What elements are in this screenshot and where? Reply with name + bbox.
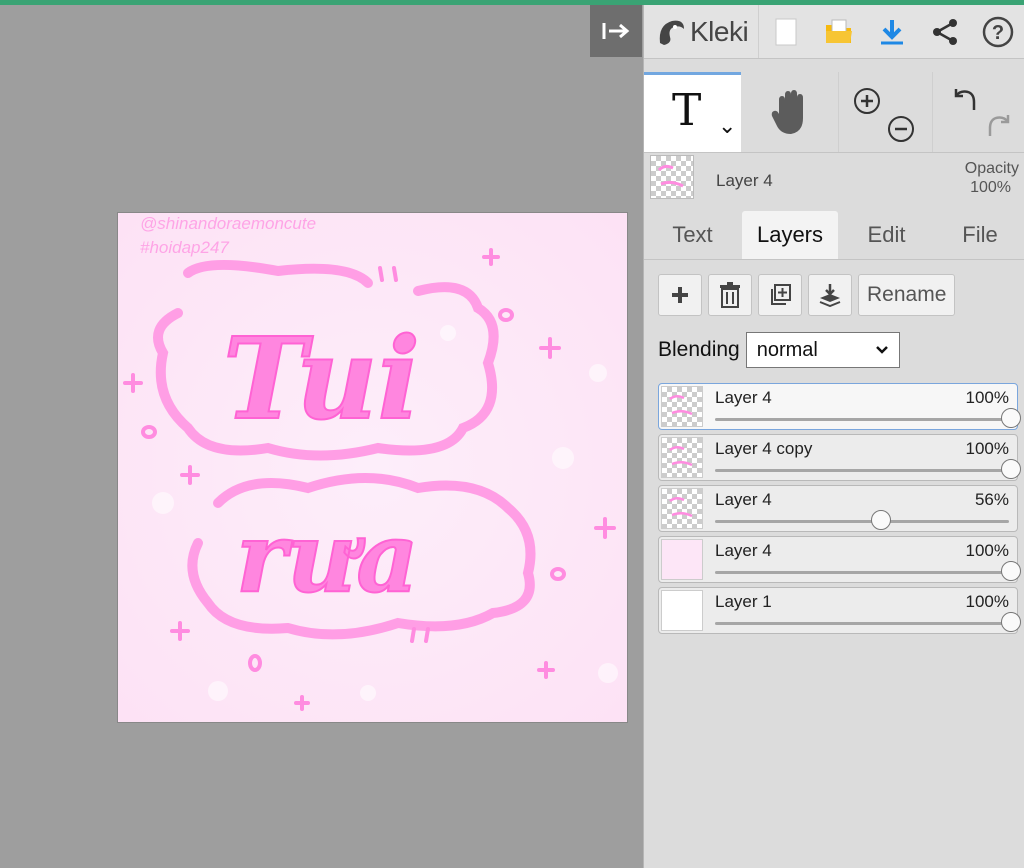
drawing-canvas[interactable]: @shinandoraemoncute #hoidap247 Tui rưa xyxy=(118,213,627,722)
blending-row: Blending normal xyxy=(658,332,900,368)
layer-opacity: 100% xyxy=(965,388,1009,407)
layer-opacity: 100% xyxy=(965,592,1009,611)
layer-thumbnail xyxy=(661,488,703,529)
slider-handle[interactable] xyxy=(1001,561,1021,581)
layer-opacity-slider[interactable] xyxy=(715,510,1009,530)
share-icon xyxy=(932,18,957,45)
layer-name: Layer 4 copy xyxy=(715,439,813,458)
blending-select[interactable]: normal xyxy=(745,332,900,368)
slider-handle[interactable] xyxy=(870,510,891,530)
layer-opacity-slider[interactable] xyxy=(715,612,1021,632)
app-name: Kleki xyxy=(690,15,749,47)
history-controls xyxy=(932,72,1024,152)
share-button[interactable] xyxy=(918,5,971,58)
layer-opacity: 56% xyxy=(974,490,1009,509)
slider-handle[interactable] xyxy=(1001,408,1021,428)
trash-icon xyxy=(720,282,740,308)
layer-list: Layer 4 100% Layer 4 copy 100% Layer 4 56% Lay… xyxy=(658,383,1021,638)
duplicate-icon xyxy=(771,284,791,305)
svg-text:?: ? xyxy=(992,22,1004,44)
add-layer-button[interactable] xyxy=(658,274,702,316)
panel-tabs: Text Layers Edit File xyxy=(644,209,1024,260)
tab-file[interactable]: File xyxy=(935,211,1024,259)
opacity-value: 100% xyxy=(970,179,1011,196)
text-tool-icon: T xyxy=(672,85,702,136)
tool-row: T ⌄ xyxy=(644,72,1024,153)
kleki-logo[interactable]: Kleki xyxy=(644,5,760,58)
layer-row[interactable]: Layer 1 100% xyxy=(658,587,1021,634)
layer-opacity: 100% xyxy=(965,541,1009,560)
download-icon xyxy=(880,19,903,44)
merge-down-icon xyxy=(819,284,841,307)
download-button[interactable] xyxy=(865,5,918,58)
layer-name: Layer 4 xyxy=(715,388,772,407)
zoom-controls xyxy=(838,72,933,152)
tab-text[interactable]: Text xyxy=(644,211,741,259)
layer-opacity-slider[interactable] xyxy=(715,459,1021,479)
collapse-right-icon xyxy=(602,23,630,39)
hand-tool-button[interactable] xyxy=(741,72,839,152)
tab-layers[interactable]: Layers xyxy=(742,211,838,259)
layer-thumbnail xyxy=(661,386,703,427)
help-button[interactable]: ? xyxy=(971,5,1024,58)
collapse-sidebar-button[interactable] xyxy=(590,5,642,57)
help-icon: ? xyxy=(982,16,1013,47)
canvas-word-top: Tui xyxy=(223,314,420,445)
watermark-hashtag: #hoidap247 xyxy=(140,238,229,257)
open-file-button[interactable] xyxy=(812,5,865,58)
zoom-out-icon[interactable] xyxy=(886,114,916,144)
canvas-word-bottom: rưa xyxy=(236,501,419,614)
layer-name: Layer 1 xyxy=(715,592,772,611)
text-tool-button[interactable]: T ⌄ xyxy=(644,72,741,152)
rename-layer-button[interactable]: Rename xyxy=(858,274,956,316)
layer-thumbnail xyxy=(661,539,703,580)
kleki-logo-icon xyxy=(659,20,684,45)
merge-down-button[interactable] xyxy=(808,274,852,316)
current-layer-summary: Layer 4 Opacity 100% xyxy=(644,152,1024,209)
layer-row[interactable]: Layer 4 copy 100% xyxy=(658,434,1021,481)
current-layer-thumbnail xyxy=(650,155,694,199)
current-layer-name: Layer 4 xyxy=(716,171,773,190)
zoom-in-icon[interactable] xyxy=(852,86,882,116)
layer-thumbnail xyxy=(661,590,703,631)
layer-row[interactable]: Layer 4 100% xyxy=(658,383,1021,430)
opacity-label: Opacity xyxy=(964,160,1019,177)
chevron-down-icon[interactable]: ⌄ xyxy=(718,113,736,139)
layer-row[interactable]: Layer 4 100% xyxy=(658,536,1021,583)
layer-row[interactable]: Layer 4 56% xyxy=(658,485,1018,532)
duplicate-layer-button[interactable] xyxy=(758,274,802,316)
sidebar: Kleki ? T ⌄ Layer 4 Opacity 100% Text La… xyxy=(643,5,1024,868)
blending-label: Blending xyxy=(658,338,740,361)
new-file-button[interactable] xyxy=(759,5,812,58)
layer-name: Layer 4 xyxy=(715,541,772,560)
open-folder-icon xyxy=(825,19,852,43)
layer-thumbnail xyxy=(661,437,703,478)
chevron-down-icon xyxy=(875,346,888,354)
undo-icon[interactable] xyxy=(950,84,980,114)
watermark-handle: @shinandoraemoncute xyxy=(140,214,316,233)
plus-icon xyxy=(672,287,688,303)
layer-opacity-slider[interactable] xyxy=(715,408,1021,428)
layer-opacity-slider[interactable] xyxy=(715,561,1021,581)
layer-name: Layer 4 xyxy=(715,490,772,509)
hand-icon xyxy=(771,90,803,134)
slider-handle[interactable] xyxy=(1001,612,1021,632)
redo-icon[interactable] xyxy=(984,110,1014,140)
tab-edit[interactable]: Edit xyxy=(838,211,935,259)
new-file-icon xyxy=(775,18,797,45)
layer-opacity: 100% xyxy=(965,439,1009,458)
layer-actions: Rename xyxy=(658,274,956,316)
slider-handle[interactable] xyxy=(1001,459,1021,479)
brand-toolbar: Kleki ? xyxy=(644,5,1024,59)
delete-layer-button[interactable] xyxy=(708,274,752,316)
